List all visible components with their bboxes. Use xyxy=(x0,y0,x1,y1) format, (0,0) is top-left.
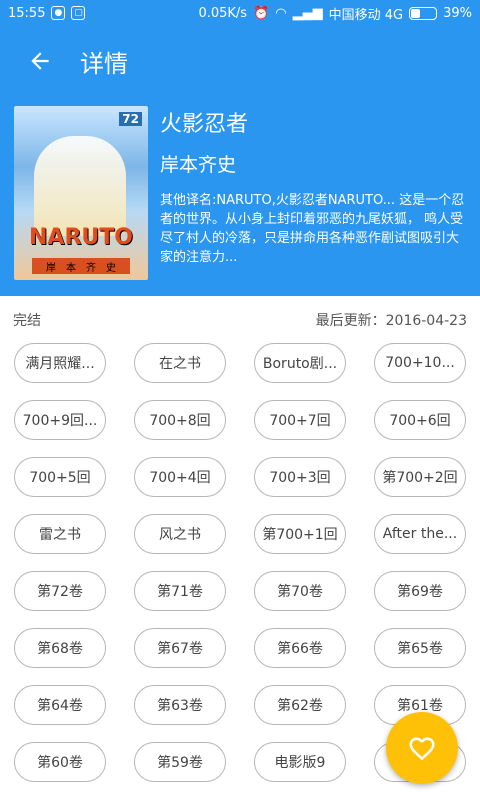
chapter-chip[interactable]: 第700+2回 xyxy=(374,457,466,497)
chapter-chip[interactable]: 700+7回 xyxy=(254,400,346,440)
battery-icon xyxy=(409,6,438,20)
chapter-chip[interactable]: 第69卷 xyxy=(374,571,466,611)
manga-info: 火影忍者 岸本齐史 其他译名:NARUTO,火影忍者NARUTO... 这是一个… xyxy=(160,106,470,267)
app-icon: ▢ xyxy=(71,6,86,20)
chapter-chip[interactable]: 700+3回 xyxy=(254,457,346,497)
chapter-chip[interactable]: 第72卷 xyxy=(14,571,106,611)
chapter-chip[interactable]: 700+9回... xyxy=(14,400,106,440)
chapter-chip[interactable]: 雷之书 xyxy=(14,514,106,554)
shield-icon: ● xyxy=(51,6,66,20)
manga-author: 岸本齐史 xyxy=(160,154,237,176)
cover-author-char: 本 xyxy=(66,262,76,274)
chapter-chip[interactable]: 第64卷 xyxy=(14,685,106,725)
wifi-icon: ◠ xyxy=(275,5,287,21)
chapter-chip[interactable]: 700+6回 xyxy=(374,400,466,440)
chapter-chip[interactable]: 第62卷 xyxy=(254,685,346,725)
status-bar: 15:55 ● ▢ 0.05K/s ⏰ ◠ ▂▄▆ 中国移动 4G 39% xyxy=(0,0,480,26)
cover-volume-number: 72 xyxy=(119,112,142,126)
chapter-chip[interactable]: 第700+1回 xyxy=(254,514,346,554)
chapter-chip[interactable]: 第67卷 xyxy=(134,628,226,668)
chapter-chip[interactable]: 第70卷 xyxy=(254,571,346,611)
back-button[interactable] xyxy=(10,31,70,91)
battery-percent: 39% xyxy=(443,5,472,21)
page-title: 详情 xyxy=(80,49,128,78)
chapter-chip[interactable]: 第71卷 xyxy=(134,571,226,611)
network-speed: 0.05K/s xyxy=(198,5,248,21)
chapter-chip[interactable]: After the... xyxy=(374,514,466,554)
chapter-chip[interactable]: 700+4回 xyxy=(134,457,226,497)
status-time: 15:55 xyxy=(8,5,46,21)
chapter-chip[interactable]: 第59卷 xyxy=(134,742,226,782)
chapter-chip[interactable]: 满月照耀... xyxy=(14,343,106,383)
toolbar: 详情 xyxy=(0,26,480,96)
chapter-chip[interactable]: 第66卷 xyxy=(254,628,346,668)
meta-row: 完结 最后更新：2016-04-23 xyxy=(0,300,480,340)
cover-author-char: 岸 xyxy=(46,262,56,274)
last-updated: 最后更新：2016-04-23 xyxy=(315,313,467,329)
chapter-chip[interactable]: 第68卷 xyxy=(14,628,106,668)
chapter-chip[interactable]: Boruto剧... xyxy=(254,343,346,383)
heart-icon xyxy=(409,737,435,761)
chapter-chip[interactable]: 电影版9 xyxy=(254,742,346,782)
manga-description[interactable]: 其他译名:NARUTO,火影忍者NARUTO... 这是一个忍者的世界。从小身上… xyxy=(160,191,470,267)
alarm-icon: ⏰ xyxy=(253,5,270,21)
cover-author-char: 齐 xyxy=(86,262,96,274)
chapter-chip[interactable]: 第60卷 xyxy=(14,742,106,782)
chapter-chip[interactable]: 700+8回 xyxy=(134,400,226,440)
chapter-chip[interactable]: 第65卷 xyxy=(374,628,466,668)
carrier: 中国移动 4G xyxy=(328,7,404,23)
cover-author-char: 史 xyxy=(106,262,116,274)
status-label: 完结 xyxy=(13,313,41,329)
chapter-chip[interactable]: 700+5回 xyxy=(14,457,106,497)
signal-icon: ▂▄▆ xyxy=(292,5,323,21)
manga-title: 火影忍者 xyxy=(160,112,249,137)
manga-header: 72 NARUTO 岸 本 齐 史 火影忍者 岸本齐史 其他译名:NARUTO,… xyxy=(0,96,480,296)
cover-logo: NARUTO xyxy=(29,224,133,250)
cover-image: 72 NARUTO 岸 本 齐 史 xyxy=(14,106,148,280)
chapter-chip[interactable]: 700+10... xyxy=(374,343,466,383)
cover-author-bar: 岸 本 齐 史 xyxy=(32,258,130,274)
arrow-left-icon xyxy=(31,52,49,70)
chapter-chip[interactable]: 风之书 xyxy=(134,514,226,554)
favorite-button[interactable] xyxy=(386,712,458,784)
chapter-chip[interactable]: 在之书 xyxy=(134,343,226,383)
chapter-chip[interactable]: 第63卷 xyxy=(134,685,226,725)
